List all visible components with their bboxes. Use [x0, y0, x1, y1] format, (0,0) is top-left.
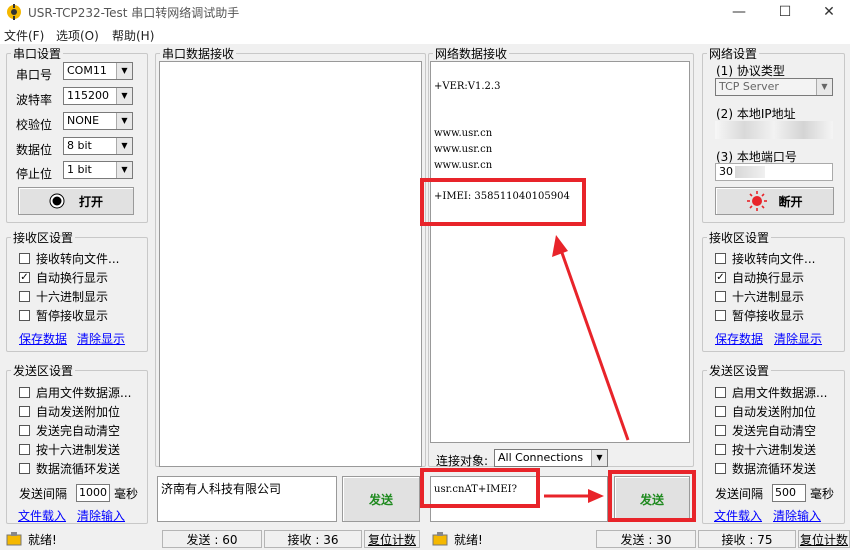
send-settings-right-legend: 发送区设置	[709, 364, 770, 378]
net-load-file-link[interactable]: 文件载入	[714, 507, 762, 524]
net-recv-to-file-checkbox[interactable]: 接收转向文件...	[715, 250, 815, 267]
protocol-label: (1) 协议类型	[716, 64, 785, 78]
check-icon: ✓	[715, 272, 726, 283]
recv-settings-right-legend: 接收区设置	[709, 231, 770, 245]
status-right-ready: 就绪!	[430, 530, 590, 548]
net-auto-wrap-checkbox[interactable]: ✓ 自动换行显示	[715, 269, 804, 286]
status-icon	[6, 532, 22, 546]
local-port-input[interactable]: 30	[715, 163, 833, 181]
status-left-recv: 接收 : 36	[264, 530, 362, 548]
disconnect-label: 断开	[778, 194, 803, 209]
net-clear-display-link[interactable]: 清除显示	[774, 330, 822, 347]
arrow-head-right	[588, 489, 604, 503]
arrow-line-up	[559, 249, 630, 441]
net-file-source-checkbox[interactable]: 启用文件数据源...	[715, 384, 827, 401]
status-icon	[432, 532, 448, 546]
reset-count-left-button[interactable]: 复位计数	[364, 530, 420, 548]
status-left-ready: 就绪!	[4, 530, 159, 548]
reset-count-right-button[interactable]: 复位计数	[798, 530, 850, 548]
local-ip-label: (2) 本地IP地址	[716, 107, 796, 121]
chevron-down-icon: ▼	[816, 79, 832, 95]
status-right-recv: 接收 : 75	[698, 530, 796, 548]
net-auto-append-checkbox[interactable]: 自动发送附加位	[715, 403, 816, 420]
local-ip-input[interactable]	[715, 121, 833, 139]
net-pause-recv-checkbox[interactable]: 暂停接收显示	[715, 307, 804, 324]
connection-status-icon	[747, 191, 768, 211]
net-hex-send-checkbox[interactable]: 按十六进制发送	[715, 441, 816, 458]
status-left-text: 就绪!	[28, 532, 57, 547]
status-right-sent: 发送 : 30	[596, 530, 696, 548]
net-save-data-link[interactable]: 保存数据	[715, 330, 763, 347]
net-interval-input[interactable]: 500	[772, 484, 806, 502]
net-auto-clear-checkbox[interactable]: 发送完自动清空	[715, 422, 816, 439]
net-settings-legend: 网络设置	[709, 47, 758, 61]
arrow-head-up	[552, 235, 568, 257]
disconnect-button[interactable]: 断开	[715, 187, 834, 215]
net-hex-display-checkbox[interactable]: 十六进制显示	[715, 288, 804, 305]
net-clear-input-link[interactable]: 清除输入	[773, 507, 821, 524]
status-left-sent: 发送 : 60	[162, 530, 262, 548]
protocol-select[interactable]: TCP Server ▼	[715, 78, 833, 96]
net-loop-send-checkbox[interactable]: 数据流循环发送	[715, 460, 816, 477]
status-right-text: 就绪!	[454, 532, 483, 547]
net-interval-unit: 毫秒	[810, 487, 835, 501]
net-interval-label: 发送间隔	[715, 487, 764, 501]
